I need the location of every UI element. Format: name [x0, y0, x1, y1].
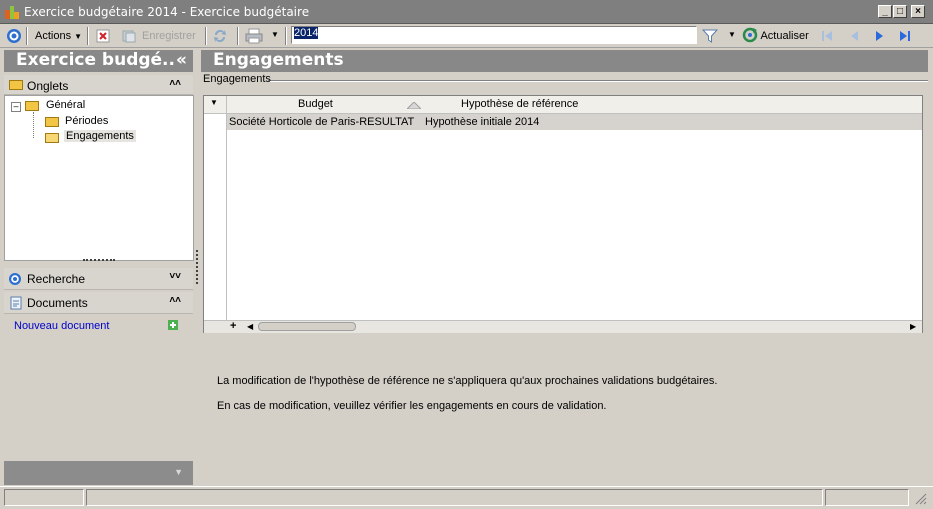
actions-menu-button[interactable]: Actions ▼ — [35, 27, 82, 45]
cell-hypothese: Hypothèse initiale 2014 — [425, 116, 540, 128]
print-icon[interactable] — [245, 28, 263, 44]
open-folder-icon — [45, 133, 59, 143]
grid-row-indicator-border — [226, 114, 227, 320]
table-row[interactable]: Société Horticole de Paris-RESULTAT Hypo… — [226, 114, 922, 130]
navigation-tree: – Général Périodes Engagements — [4, 95, 194, 261]
documents-section-label: Documents — [27, 296, 88, 310]
toolbar-separator — [237, 27, 239, 45]
next-record-icon[interactable] — [873, 29, 887, 43]
scrollbar-thumb[interactable] — [258, 322, 356, 331]
info-message: La modification de l'hypothèse de référe… — [217, 375, 718, 387]
panel-footer-bar: ▼ — [4, 461, 193, 485]
sort-ascending-icon — [407, 102, 421, 109]
dropdown-arrow-icon: ▼ — [210, 98, 218, 107]
info-message: En cas de modification, veuillez vérifie… — [217, 400, 607, 412]
scroll-right-icon[interactable]: ▶ — [910, 322, 916, 331]
folder-icon — [25, 101, 39, 111]
vertical-splitter-grip[interactable] — [196, 250, 200, 284]
toolbar-separator — [87, 27, 89, 45]
documents-section-header[interactable]: Documents ˄˄ — [4, 292, 193, 314]
cell-budget: Société Horticole de Paris-RESULTAT — [229, 116, 415, 128]
main-title: Engagements — [213, 50, 344, 70]
resize-grip-icon[interactable] — [914, 492, 927, 505]
window-title: Exercice budgétaire 2014 - Exercice budg… — [24, 5, 310, 19]
grid-column-chooser[interactable]: ▼ — [204, 96, 227, 113]
sync-icon[interactable] — [212, 28, 228, 44]
search-section-label: Recherche — [27, 272, 86, 286]
tree-expand-toggle[interactable]: – — [11, 102, 21, 112]
tree-connector — [33, 112, 35, 138]
target-icon — [9, 273, 21, 285]
horizontal-scrollbar[interactable]: + ◀ ▶ — [204, 320, 922, 333]
maximize-button[interactable]: □ — [893, 5, 907, 18]
app-icon — [5, 6, 19, 19]
minimize-button[interactable]: _ — [878, 5, 892, 18]
folder-icon — [45, 117, 59, 127]
engagements-grid[interactable]: ▼ Budget Hypothèse de référence Société … — [203, 95, 923, 333]
chevron-down-icon: ˅˅ — [169, 271, 181, 282]
search-input[interactable]: 2014 — [291, 26, 697, 44]
target-icon[interactable] — [6, 28, 22, 44]
save-icon — [122, 30, 136, 43]
close-button[interactable]: × — [911, 5, 925, 18]
filter-icon[interactable] — [702, 28, 718, 44]
tabs-section-header[interactable]: Onglets ˄˄ — [4, 75, 193, 95]
chevron-up-icon: ˄˄ — [169, 295, 181, 306]
add-document-icon[interactable] — [168, 320, 178, 330]
tree-item-engagements[interactable]: Engagements — [64, 130, 136, 142]
left-panel-title: Exercice budgé.. — [16, 50, 175, 70]
grid-header-row: ▼ Budget Hypothèse de référence — [204, 96, 922, 114]
status-pane — [825, 489, 909, 506]
filter-dropdown-arrow-icon[interactable]: ▼ — [728, 30, 736, 39]
status-bar — [0, 486, 933, 509]
toolbar-separator — [205, 27, 207, 45]
status-pane — [86, 489, 823, 506]
delete-icon[interactable] — [96, 29, 110, 43]
actions-label: Actions — [35, 30, 72, 42]
first-record-icon[interactable] — [820, 29, 834, 43]
status-pane — [4, 489, 84, 506]
add-row-button[interactable]: + — [230, 320, 236, 332]
refresh-button[interactable]: Actualiser — [742, 27, 809, 45]
collapse-panel-button[interactable]: « — [176, 50, 187, 70]
search-input-value: 2014 — [294, 27, 319, 39]
column-header-budget[interactable]: Budget — [298, 98, 333, 110]
last-record-icon[interactable] — [898, 29, 914, 43]
folder-icon — [9, 80, 23, 90]
left-panel-header: Exercice budgé.. « — [4, 50, 193, 72]
main-header: Engagements — [201, 50, 928, 72]
chevron-up-icon: ˄˄ — [169, 78, 181, 89]
group-box-line — [268, 80, 928, 82]
document-icon — [10, 296, 22, 310]
splitter-grip[interactable] — [83, 259, 115, 263]
title-bar: Exercice budgétaire 2014 - Exercice budg… — [0, 0, 933, 24]
toolbar-separator — [285, 27, 287, 45]
scroll-left-icon[interactable]: ◀ — [247, 322, 253, 331]
tree-item-general[interactable]: Général — [46, 99, 85, 111]
tree-item-periodes[interactable]: Périodes — [65, 115, 108, 127]
previous-record-icon[interactable] — [847, 29, 861, 43]
search-section-header[interactable]: Recherche ˅˅ — [4, 268, 193, 290]
print-dropdown-arrow-icon[interactable]: ▼ — [271, 30, 279, 39]
column-header-hypothese[interactable]: Hypothèse de référence — [461, 98, 578, 110]
tabs-section-label: Onglets — [27, 79, 69, 93]
new-document-link[interactable]: Nouveau document — [14, 320, 109, 332]
dropdown-arrow-icon: ▼ — [74, 32, 83, 41]
toolbar-separator — [26, 27, 28, 45]
refresh-icon — [742, 27, 758, 43]
group-box-label: Engagements — [203, 73, 271, 85]
refresh-label: Actualiser — [760, 30, 809, 42]
save-button[interactable]: Enregistrer — [142, 27, 196, 45]
chevron-down-icon[interactable]: ▼ — [174, 467, 183, 477]
